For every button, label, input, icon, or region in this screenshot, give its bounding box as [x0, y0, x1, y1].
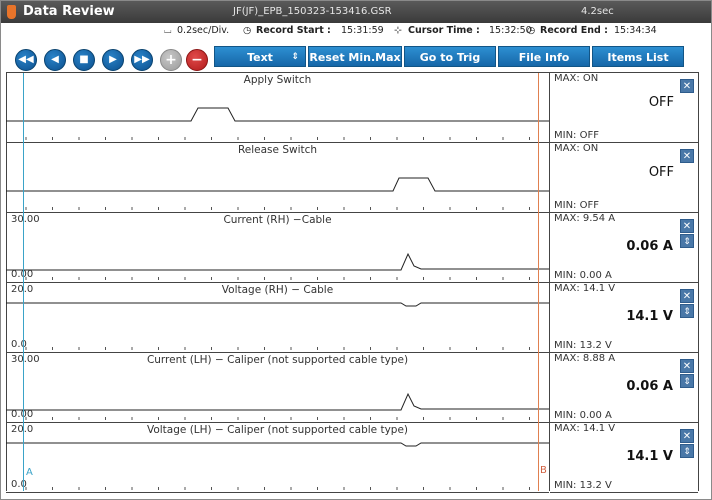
- channel-value-panel: MAX: 14.1 V 14.1 V MIN: 13.2 V ✕ ⇕: [550, 283, 698, 353]
- display-mode-select[interactable]: Text ⇕: [214, 46, 306, 67]
- forward-fast-icon[interactable]: ▶▶: [131, 49, 153, 71]
- record-duration: 4.2sec: [581, 6, 614, 17]
- close-channel-icon[interactable]: ✕: [680, 149, 694, 163]
- toolbar: ◀◀ ◀ ■ ▶ ▶▶ + − Text ⇕ Reset Min.Max Go …: [1, 39, 711, 71]
- channel-max: MAX: 14.1 V: [554, 423, 616, 434]
- crosshair-icon: ⊹: [394, 25, 402, 36]
- scale-adjust-icon[interactable]: ⇕: [680, 304, 694, 318]
- channel-panel[interactable]: Current (RH) −Cable30.000.00: [6, 213, 549, 283]
- cursor-b-line[interactable]: [538, 73, 539, 491]
- channel-title: Voltage (LH) − Caliper (not supported ca…: [146, 424, 409, 436]
- file-name: JF(JF)_EPB_150323-153416.GSR: [233, 6, 392, 17]
- record-start-time: 15:31:59: [341, 25, 384, 36]
- close-channel-icon[interactable]: ✕: [680, 79, 694, 93]
- close-channel-icon[interactable]: ✕: [680, 289, 694, 303]
- record-info-line: ⌴ 0.2sec/Div. ◷ Record Start : 15:31:59 …: [1, 24, 711, 38]
- channel-value-panel: MAX: ON OFF MIN: OFF ✕: [550, 143, 698, 213]
- channel-current-value: 14.1 V: [626, 449, 673, 464]
- items-list-button[interactable]: Items List: [592, 46, 684, 67]
- signal-trace: [6, 252, 549, 271]
- channel-max: MAX: 9.54 A: [554, 213, 616, 224]
- cursor-a-label: A: [26, 467, 33, 478]
- file-info-button[interactable]: File Info: [498, 46, 590, 67]
- close-channel-icon[interactable]: ✕: [680, 359, 694, 373]
- channel-title: Current (RH) −Cable: [223, 214, 332, 226]
- time-div: 0.2sec/Div.: [177, 25, 230, 36]
- cursor-a-line[interactable]: [23, 73, 24, 491]
- clock-icon: ◷: [243, 25, 252, 36]
- channel-current-value: OFF: [648, 165, 674, 180]
- app-title: Data Review: [23, 4, 115, 19]
- channel-current-value: OFF: [648, 95, 674, 110]
- y-axis-min: 0.0: [11, 339, 27, 350]
- cursor-b-label: B: [540, 465, 547, 476]
- display-mode-value: Text: [247, 51, 273, 64]
- reset-min-max-button[interactable]: Reset Min.Max: [308, 46, 402, 67]
- record-end-time: 15:34:34: [614, 25, 657, 36]
- channel-title: Current (LH) − Caliper (not supported ca…: [146, 354, 409, 366]
- channel-panel[interactable]: Apply Switch: [6, 73, 549, 143]
- channel-panel[interactable]: Current (LH) − Caliper (not supported ca…: [6, 353, 549, 423]
- y-axis-min: 0.0: [11, 479, 27, 490]
- channel-min: MIN: 13.2 V: [554, 340, 612, 351]
- channel-title: Apply Switch: [243, 74, 312, 86]
- close-channel-icon[interactable]: ✕: [680, 429, 694, 443]
- signal-trace: [6, 107, 549, 122]
- channel-panel[interactable]: Release Switch: [6, 143, 549, 213]
- cursor-time: 15:32:50: [489, 25, 532, 36]
- record-end-label: Record End :: [540, 25, 608, 36]
- signal-trace: [6, 177, 549, 192]
- channel-max: MAX: ON: [554, 73, 599, 84]
- close-channel-icon[interactable]: ✕: [680, 219, 694, 233]
- remove-channel-button[interactable]: −: [186, 49, 208, 71]
- app-icon: [7, 5, 16, 19]
- channel-current-value: 14.1 V: [626, 309, 673, 324]
- signal-trace: [6, 392, 549, 411]
- stop-icon[interactable]: ■: [73, 49, 95, 71]
- cursor-time-label: Cursor Time :: [408, 25, 480, 36]
- channel-value-panel: MAX: ON OFF MIN: OFF ✕: [550, 73, 698, 143]
- graph-right-border: [698, 72, 699, 491]
- channel-min: MIN: 13.2 V: [554, 480, 612, 491]
- y-axis-max: 30.00: [11, 214, 40, 225]
- next-icon[interactable]: ▶: [102, 49, 124, 71]
- channel-panel[interactable]: Voltage (LH) − Caliper (not supported ca…: [6, 423, 549, 493]
- channel-value-panel: MAX: 14.1 V 14.1 V MIN: 13.2 V ✕ ⇕: [550, 423, 698, 493]
- time-div-icon: ⌴: [164, 25, 172, 36]
- add-channel-button[interactable]: +: [160, 49, 182, 71]
- data-review-window: Data Review JF(JF)_EPB_150323-153416.GSR…: [0, 0, 712, 500]
- record-start-label: Record Start :: [256, 25, 331, 36]
- title-bar: Data Review JF(JF)_EPB_150323-153416.GSR…: [1, 1, 711, 23]
- channel-title: Release Switch: [237, 144, 318, 156]
- channel-current-value: 0.06 A: [626, 379, 673, 394]
- scale-adjust-icon[interactable]: ⇕: [680, 234, 694, 248]
- signal-trace: [6, 302, 549, 307]
- channel-title: Voltage (RH) − Cable: [221, 284, 334, 296]
- channel-max: MAX: ON: [554, 143, 599, 154]
- channel-max: MAX: 14.1 V: [554, 283, 616, 294]
- channel-value-panel: MAX: 9.54 A 0.06 A MIN: 0.00 A ✕ ⇕: [550, 213, 698, 283]
- channel-min: MIN: 0.00 A: [554, 410, 612, 421]
- go-to-trig-button[interactable]: Go to Trig: [404, 46, 496, 67]
- previous-icon[interactable]: ◀: [44, 49, 66, 71]
- channel-max: MAX: 8.88 A: [554, 353, 616, 364]
- scale-adjust-icon[interactable]: ⇕: [680, 374, 694, 388]
- rewind-fast-icon[interactable]: ◀◀: [15, 49, 37, 71]
- select-arrows-icon: ⇕: [291, 52, 299, 62]
- scale-adjust-icon[interactable]: ⇕: [680, 444, 694, 458]
- channel-min: MIN: OFF: [554, 130, 599, 141]
- channel-current-value: 0.06 A: [626, 239, 673, 254]
- y-axis-max: 30.00: [11, 354, 40, 365]
- signal-trace: [6, 442, 549, 447]
- channel-value-panel: MAX: 8.88 A 0.06 A MIN: 0.00 A ✕ ⇕: [550, 353, 698, 423]
- clock-icon: ◷: [527, 25, 536, 36]
- channel-panel[interactable]: Voltage (RH) − Cable20.00.0: [6, 283, 549, 353]
- channel-min: MIN: OFF: [554, 200, 599, 211]
- channel-min: MIN: 0.00 A: [554, 270, 612, 281]
